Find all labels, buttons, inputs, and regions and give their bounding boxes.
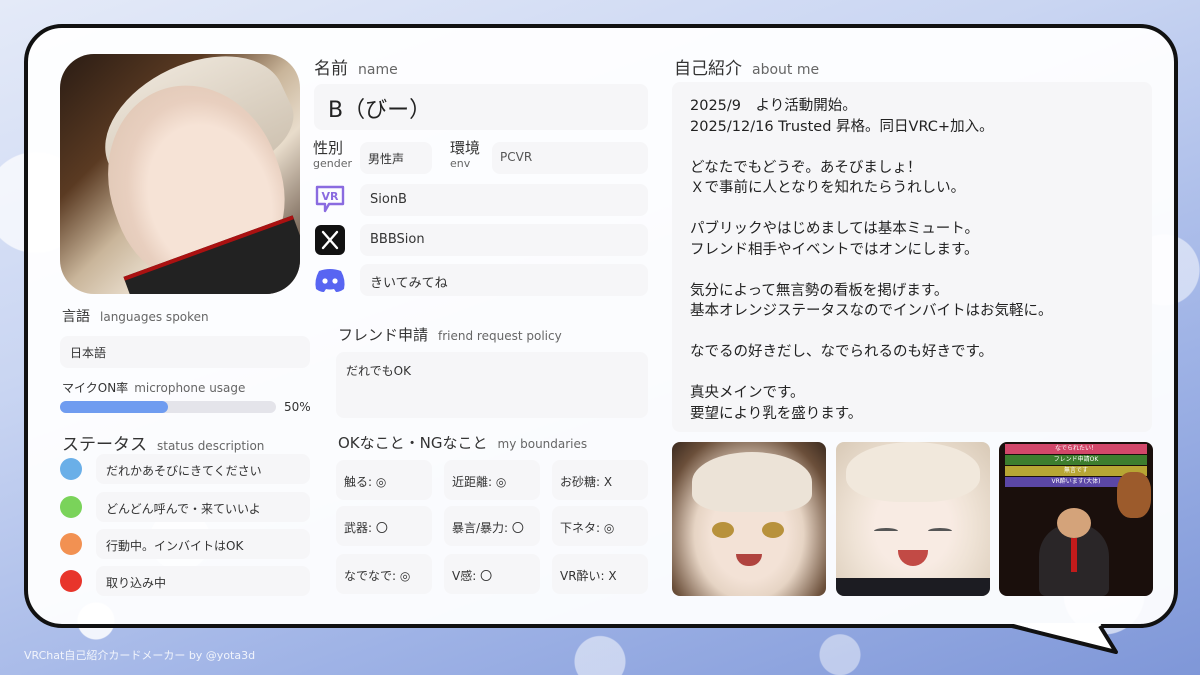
mic-usage-bar	[60, 401, 276, 413]
photo-2	[836, 442, 990, 596]
gender-heading: 性別 gender	[313, 139, 352, 171]
status-text: どんどん呼んで・来ていいよ	[106, 502, 261, 516]
about-text: 2025/9 より活動開始。 2025/12/16 Trusted 昇格。同日V…	[690, 98, 1053, 422]
status-item: 取り込み中	[96, 566, 310, 596]
boundary-text: 下ネタ: ◎	[560, 521, 615, 535]
status-heading: ステータス status description	[62, 435, 265, 455]
photo-1	[672, 442, 826, 596]
friend-request-field: だれでもOK	[336, 352, 648, 418]
boundary-item: お砂糖: X	[552, 460, 648, 500]
boundary-item: なでなで: ◎	[336, 554, 432, 594]
boundary-text: 近距離: ◎	[452, 475, 507, 489]
status-text: 行動中。インバイトはOK	[106, 539, 244, 553]
vrchat-icon: VR	[315, 185, 345, 213]
vrchat-id-field: SionB	[360, 184, 648, 216]
status-text: 取り込み中	[106, 576, 167, 590]
gender-field: 男性声	[360, 142, 432, 174]
x-id-field: BBBSion	[360, 224, 648, 256]
boundary-text: なでなで: ◎	[344, 569, 411, 583]
status-dot	[60, 496, 82, 518]
footer-credit: VRChat自己紹介カードメーカー by @yota3d	[24, 649, 256, 662]
name-heading: 名前 name	[314, 59, 398, 79]
status-item: だれかあそびにきてください	[96, 454, 310, 484]
boundary-item: 近距離: ◎	[444, 460, 540, 500]
boundary-text: 暴言/暴力: 〇	[452, 521, 524, 535]
status-item: どんどん呼んで・来ていいよ	[96, 492, 310, 522]
status-dot	[60, 533, 82, 555]
status-item: 行動中。インバイトはOK	[96, 529, 310, 559]
mic-percent: 50%	[284, 400, 311, 414]
boundaries-heading: OKなこと・NGなこと my boundaries	[338, 434, 588, 452]
boundary-item: V感: 〇	[444, 554, 540, 594]
boundary-item: 武器: 〇	[336, 506, 432, 546]
boundary-item: 暴言/暴力: 〇	[444, 506, 540, 546]
status-dot	[60, 458, 82, 480]
boundary-text: VR酔い: X	[560, 569, 617, 583]
languages-field: 日本語	[60, 336, 310, 368]
mic-usage-fill	[60, 401, 168, 413]
mic-heading: マイクON率 microphone usage	[62, 381, 246, 395]
boundary-text: V感: 〇	[452, 569, 493, 583]
about-text-box: 2025/9 より活動開始。 2025/12/16 Trusted 昇格。同日V…	[672, 82, 1152, 432]
boundary-text: お砂糖: X	[560, 475, 613, 489]
discord-field: きいてみてね	[360, 264, 648, 296]
x-logo-icon[interactable]	[315, 225, 345, 255]
about-heading: 自己紹介 about me	[674, 59, 820, 79]
boundary-item: 下ネタ: ◎	[552, 506, 648, 546]
avatar-image	[60, 54, 300, 294]
friend-request-heading: フレンド申請 friend request policy	[338, 326, 562, 344]
languages-heading: 言語 languages spoken	[62, 309, 209, 325]
env-heading: 環境 env	[450, 139, 481, 171]
boundary-text: 武器: 〇	[344, 521, 388, 535]
photo-3: なでられたい！ フレンド申請OK 無言です VR酔います(大体)	[999, 442, 1153, 596]
boundary-text: 触る: ◎	[344, 475, 387, 489]
status-text: だれかあそびにきてください	[106, 464, 262, 478]
boundary-item: 触る: ◎	[336, 460, 432, 500]
status-dot	[60, 570, 82, 592]
name-field: B（びー）	[314, 84, 648, 130]
discord-icon[interactable]	[313, 267, 347, 293]
env-field: PCVR	[492, 142, 648, 174]
boundary-item: VR酔い: X	[552, 554, 648, 594]
svg-text:VR: VR	[322, 190, 340, 203]
